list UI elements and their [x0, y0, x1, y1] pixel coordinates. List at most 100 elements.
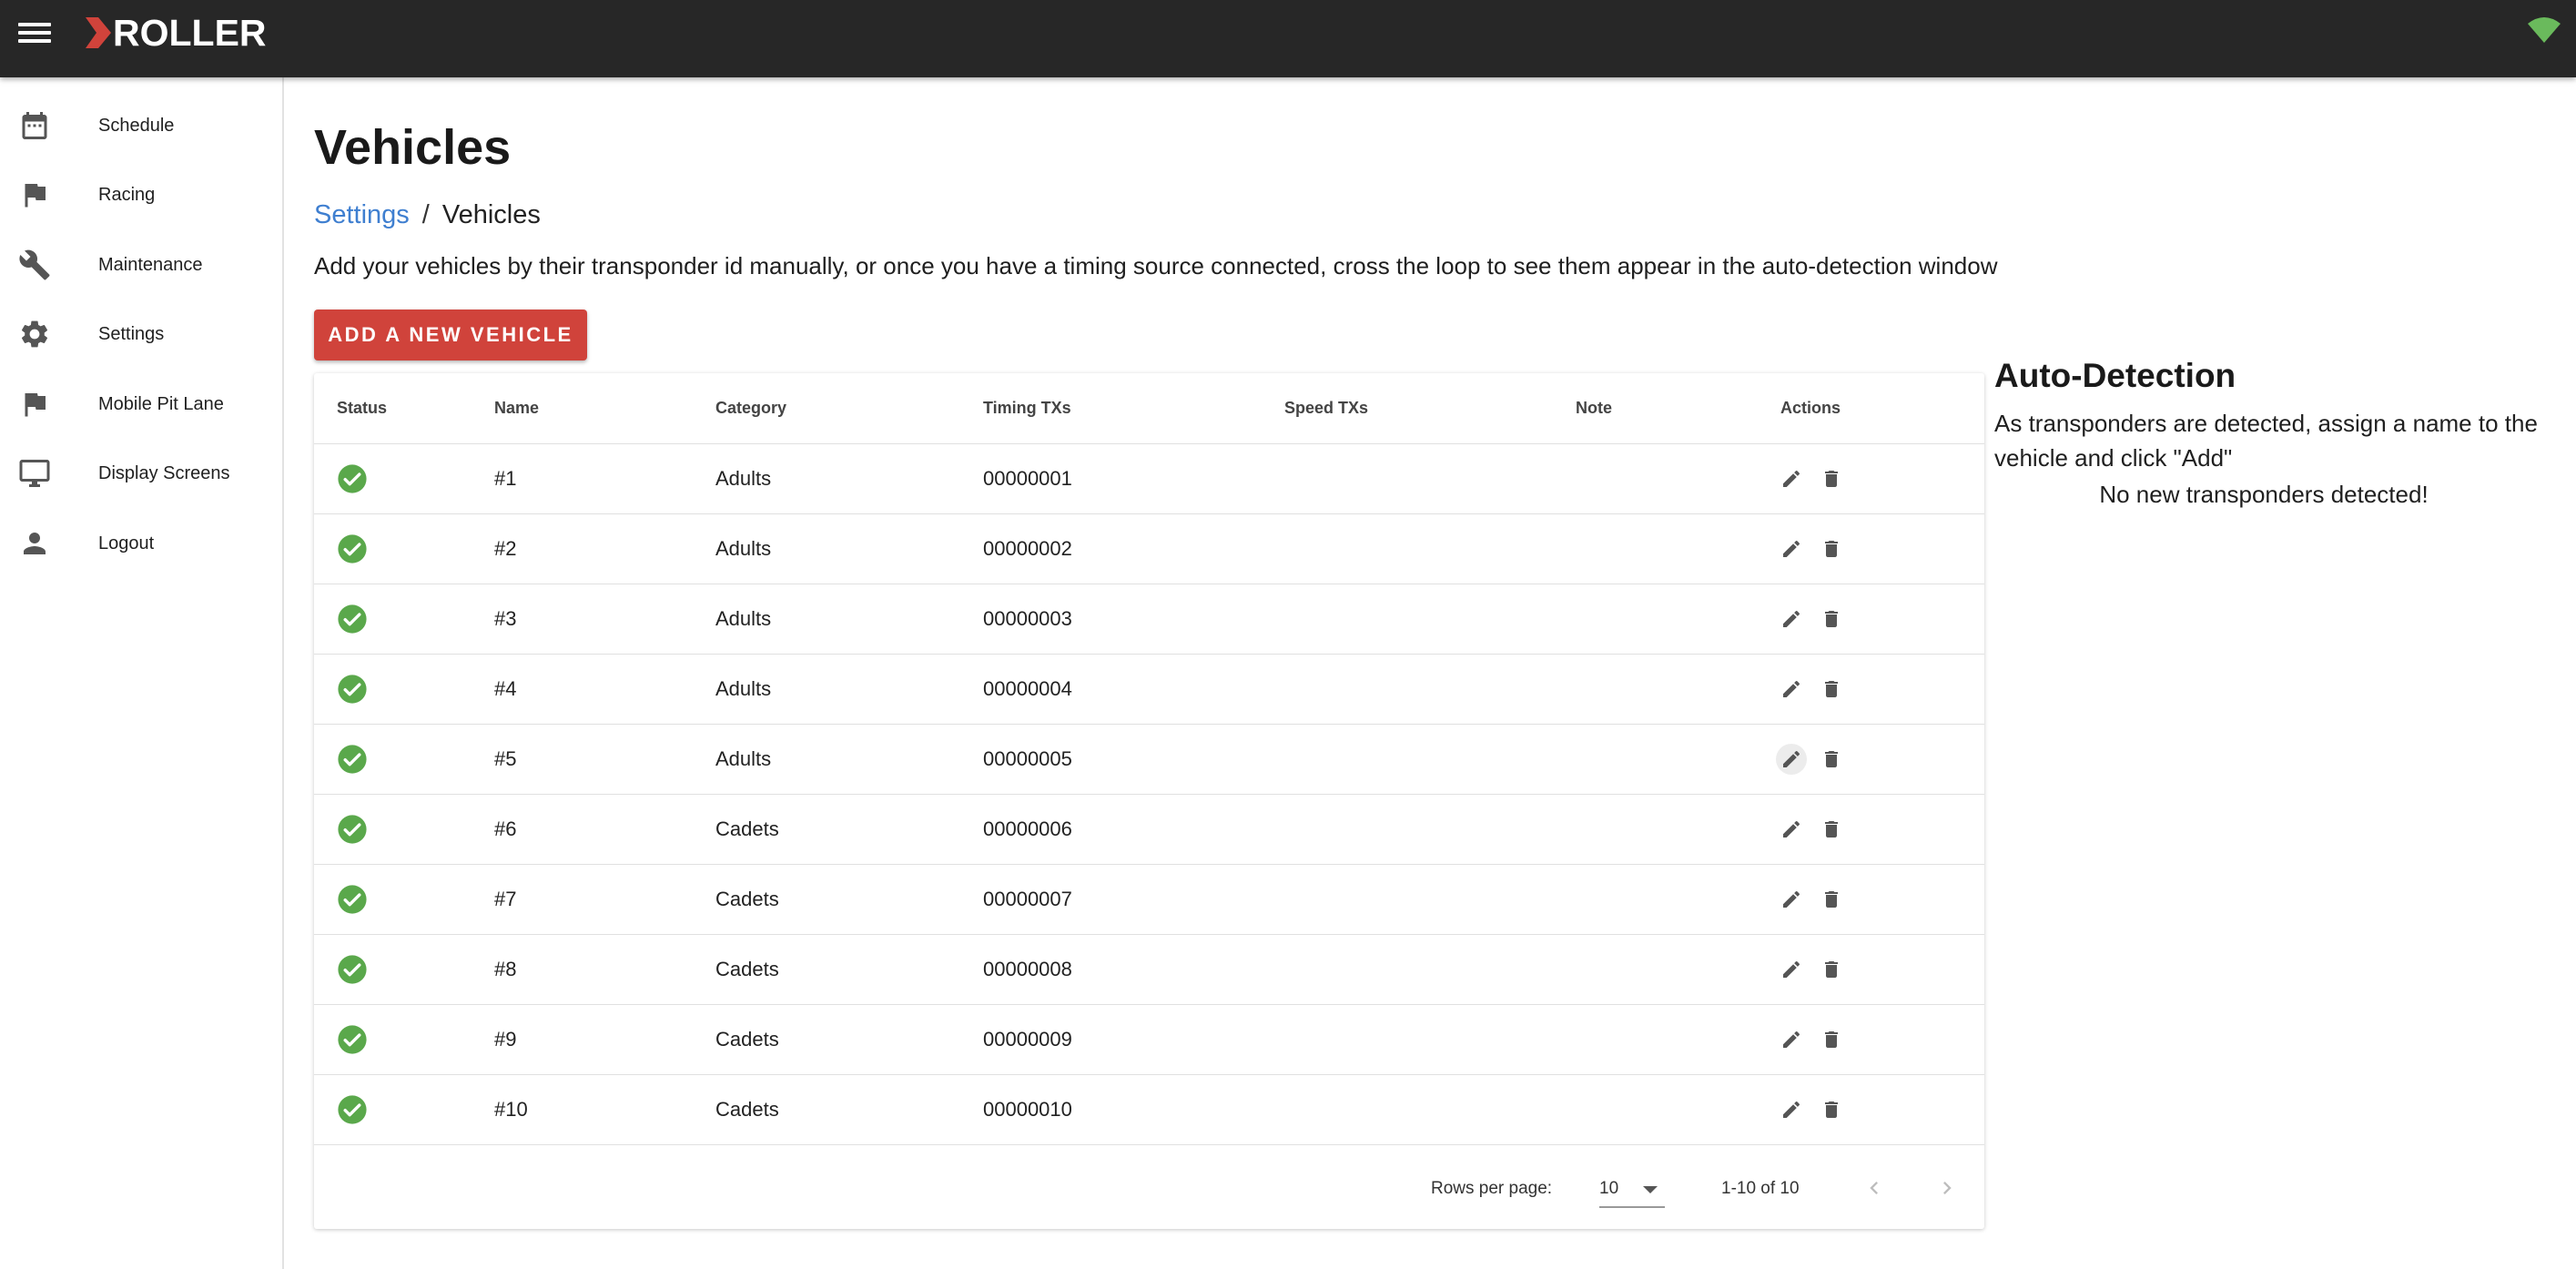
rows-per-page-select[interactable]: 10	[1599, 1170, 1665, 1208]
vehicle-note	[1576, 794, 1780, 865]
column-header-status[interactable]: Status	[314, 373, 494, 444]
delete-icon[interactable]	[1820, 748, 1842, 770]
vehicle-name: #6	[494, 794, 715, 865]
vehicle-category: Adults	[715, 443, 983, 514]
connection-status-icon[interactable]	[2527, 16, 2561, 44]
table-header-row: Status Name Category Timing TXs Speed TX…	[314, 373, 1984, 444]
column-header-timing-txs[interactable]: Timing TXs	[983, 373, 1284, 444]
sidebar-item-label: Mobile Pit Lane	[98, 393, 224, 414]
vehicle-category: Cadets	[715, 1004, 983, 1075]
status-cell	[314, 584, 494, 655]
app-bar: ROLLER	[0, 0, 2576, 77]
row-actions	[1780, 584, 1984, 655]
delete-icon[interactable]	[1820, 1029, 1842, 1051]
vehicle-name: #5	[494, 724, 715, 795]
table-row: #5 Adults 00000005	[314, 724, 1984, 795]
vehicle-timing-tx: 00000005	[983, 724, 1284, 795]
edit-icon[interactable]	[1780, 538, 1802, 560]
status-cell	[314, 724, 494, 795]
status-cell	[314, 794, 494, 865]
logo-chevron-icon	[86, 17, 111, 48]
vehicle-note	[1576, 934, 1780, 1005]
row-actions	[1780, 794, 1984, 865]
column-header-speed-txs[interactable]: Speed TXs	[1284, 373, 1576, 444]
edit-icon[interactable]	[1780, 1099, 1802, 1121]
sidebar-item-maintenance[interactable]: Maintenance	[0, 230, 282, 299]
logo-text: ROLLER	[113, 11, 267, 54]
chevron-right-icon[interactable]	[1934, 1175, 1960, 1201]
edit-icon[interactable]	[1780, 1029, 1802, 1051]
edit-icon[interactable]	[1780, 748, 1802, 770]
check-circle-icon	[338, 1024, 367, 1054]
vehicle-name: #3	[494, 584, 715, 655]
calendar-icon	[22, 112, 47, 139]
add-vehicle-button[interactable]: ADD A NEW VEHICLE	[314, 310, 587, 360]
row-actions	[1780, 934, 1984, 1005]
vehicle-note	[1576, 443, 1780, 514]
column-header-name[interactable]: Name	[494, 373, 715, 444]
vehicle-category: Adults	[715, 654, 983, 725]
edit-icon[interactable]	[1780, 888, 1802, 910]
vehicle-name: #8	[494, 934, 715, 1005]
sidebar-item-label: Settings	[98, 323, 165, 344]
vehicle-speed-tx	[1284, 443, 1576, 514]
delete-icon[interactable]	[1820, 678, 1842, 700]
edit-icon[interactable]	[1780, 608, 1802, 630]
row-actions	[1780, 513, 1984, 584]
vehicle-timing-tx: 00000009	[983, 1004, 1284, 1075]
delete-icon[interactable]	[1820, 888, 1842, 910]
vehicle-note	[1576, 584, 1780, 655]
column-header-category[interactable]: Category	[715, 373, 983, 444]
delete-icon[interactable]	[1820, 1099, 1842, 1121]
delete-icon[interactable]	[1820, 538, 1842, 560]
vehicle-timing-tx: 00000006	[983, 794, 1284, 865]
breadcrumb: Settings / Vehicles	[314, 200, 541, 230]
sidebar-item-mobile-pit-lane[interactable]: Mobile Pit Lane	[0, 370, 282, 439]
vehicle-speed-tx	[1284, 584, 1576, 655]
chevron-left-icon[interactable]	[1861, 1175, 1887, 1201]
sidebar-item-schedule[interactable]: Schedule	[0, 91, 282, 160]
table-row: #6 Cadets 00000006	[314, 794, 1984, 865]
flag-icon	[25, 184, 46, 208]
sidebar-item-logout[interactable]: Logout	[0, 509, 282, 578]
sidebar-item-racing[interactable]: Racing	[0, 160, 282, 229]
delete-icon[interactable]	[1820, 608, 1842, 630]
row-actions	[1780, 864, 1984, 935]
edit-icon[interactable]	[1780, 468, 1802, 490]
vehicle-note	[1576, 654, 1780, 725]
pagination-range: 1-10 of 10	[1721, 1179, 1800, 1198]
delete-icon[interactable]	[1820, 959, 1842, 980]
menu-icon[interactable]	[18, 18, 51, 46]
sidebar-item-label: Display Screens	[98, 462, 230, 483]
auto-detection-description: As transponders are detected, assign a n…	[1994, 410, 2538, 472]
app-logo[interactable]: ROLLER	[86, 13, 267, 53]
vehicle-speed-tx	[1284, 794, 1576, 865]
edit-icon[interactable]	[1780, 678, 1802, 700]
auto-detection-empty-message: No new transponders detected!	[2099, 481, 2429, 508]
vehicles-table: Status Name Category Timing TXs Speed TX…	[314, 373, 1984, 1229]
vehicle-name: #2	[494, 513, 715, 584]
edit-icon[interactable]	[1780, 959, 1802, 980]
breadcrumb-link-settings[interactable]: Settings	[314, 200, 410, 229]
edit-button-hover[interactable]	[1776, 743, 1807, 775]
sidebar-item-label: Logout	[98, 533, 155, 553]
delete-icon[interactable]	[1820, 818, 1842, 840]
breadcrumb-separator: /	[421, 200, 430, 229]
status-cell	[314, 513, 494, 584]
column-header-note[interactable]: Note	[1576, 373, 1780, 444]
vehicle-timing-tx: 00000004	[983, 654, 1284, 725]
sidebar-item-label: Racing	[98, 184, 156, 205]
vehicle-note	[1576, 513, 1780, 584]
rows-per-page-value: 10	[1599, 1179, 1619, 1198]
table-row: #2 Adults 00000002	[314, 513, 1984, 584]
table-row: #3 Adults 00000003	[314, 584, 1984, 655]
sidebar-item-settings[interactable]: Settings	[0, 299, 282, 369]
status-cell	[314, 1004, 494, 1075]
sidebar-item-display-screens[interactable]: Display Screens	[0, 439, 282, 508]
delete-icon[interactable]	[1820, 468, 1842, 490]
edit-icon[interactable]	[1780, 818, 1802, 840]
vehicle-note	[1576, 724, 1780, 795]
vehicle-category: Adults	[715, 513, 983, 584]
vehicle-speed-tx	[1284, 654, 1576, 725]
row-actions	[1776, 724, 1984, 795]
